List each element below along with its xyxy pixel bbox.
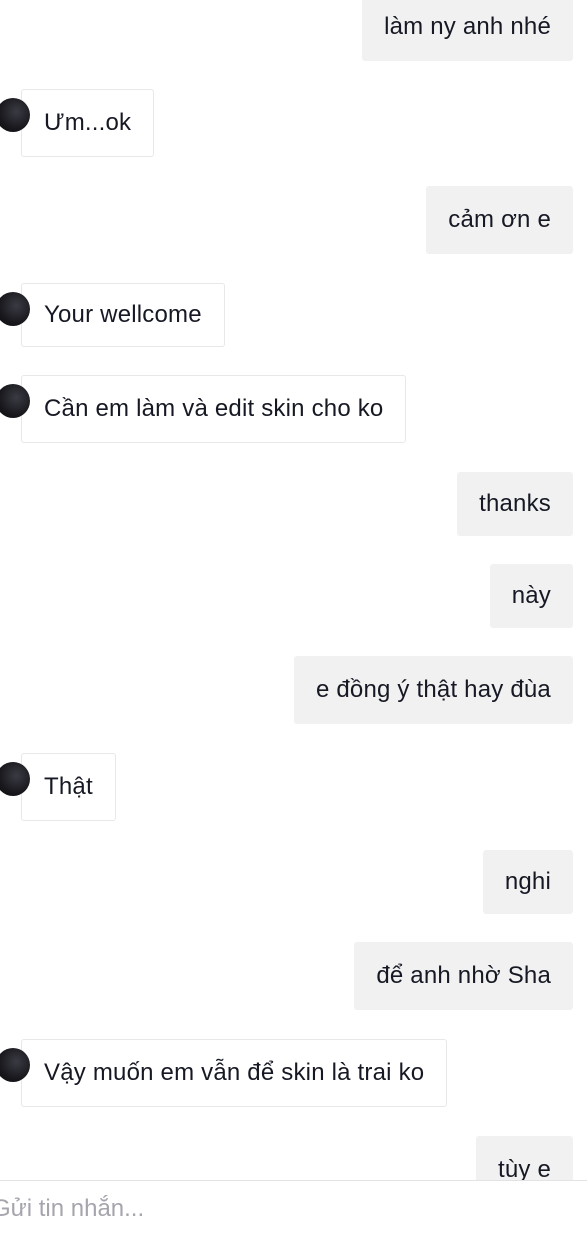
message-text: tùy e bbox=[497, 1156, 551, 1180]
sent-message-bubble[interactable]: tùy e bbox=[475, 1136, 573, 1180]
message-text: làm ny anh nhé bbox=[384, 13, 551, 40]
message-text: Thật bbox=[44, 773, 93, 800]
sent-message-bubble[interactable]: nghi bbox=[482, 850, 573, 914]
message-text: Vậy muốn em vẫn để skin là trai ko bbox=[44, 1059, 425, 1086]
message-input[interactable] bbox=[0, 1189, 552, 1229]
message-text: Ưm...ok bbox=[44, 109, 132, 136]
received-message-bubble[interactable]: Ưm...ok bbox=[0, 89, 155, 157]
message-text: nghi bbox=[504, 868, 551, 895]
sender-avatar[interactable] bbox=[0, 1048, 30, 1082]
message-text: e đồng ý thật hay đùa bbox=[315, 676, 551, 703]
sent-message-bubble[interactable]: để anh nhờ Sha bbox=[354, 942, 573, 1010]
message-text: cảm ơn e bbox=[448, 206, 551, 233]
sent-message-bubble[interactable]: này bbox=[489, 564, 573, 628]
message-text: này bbox=[511, 582, 551, 609]
sender-avatar[interactable] bbox=[0, 98, 30, 132]
received-message-bubble[interactable]: Your wellcome bbox=[0, 283, 225, 347]
received-message-bubble[interactable]: Thật bbox=[0, 753, 116, 821]
message-composer bbox=[0, 1181, 587, 1240]
message-text: Your wellcome bbox=[44, 301, 202, 328]
sender-avatar[interactable] bbox=[0, 384, 30, 418]
sent-message-bubble[interactable]: làm ny anh nhé bbox=[362, 0, 573, 61]
chat-screen: làm ny anh nhé Ưm...ok cảm ơn e Your wellco… bbox=[0, 0, 587, 1240]
message-text: để anh nhờ Sha bbox=[376, 962, 551, 989]
sent-message-bubble[interactable]: e đồng ý thật hay đùa bbox=[293, 656, 573, 724]
sender-avatar[interactable] bbox=[0, 292, 30, 326]
message-text: Cần em làm và edit skin cho ko bbox=[44, 395, 384, 422]
message-text: thanks bbox=[479, 490, 551, 517]
received-message-bubble[interactable]: Vậy muốn em vẫn để skin là trai ko bbox=[0, 1039, 448, 1107]
sender-avatar[interactable] bbox=[0, 762, 30, 796]
received-message-bubble[interactable]: Cần em làm và edit skin cho ko bbox=[0, 375, 407, 443]
message-list[interactable]: làm ny anh nhé Ưm...ok cảm ơn e Your wellco… bbox=[0, 0, 587, 1180]
sent-message-bubble[interactable]: thanks bbox=[457, 472, 573, 536]
sent-message-bubble[interactable]: cảm ơn e bbox=[426, 186, 573, 254]
